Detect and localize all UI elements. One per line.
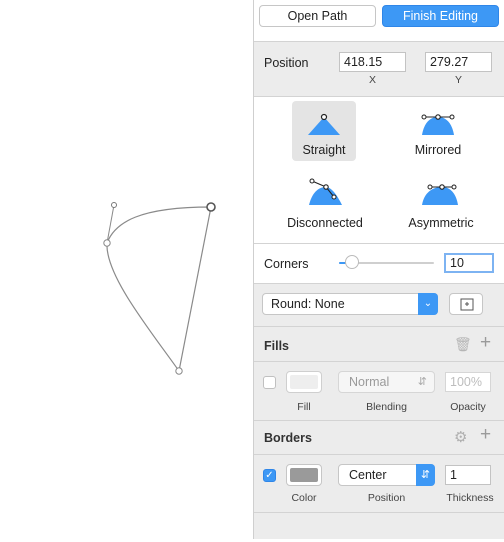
round-section: Round: None ⌄ [254, 284, 504, 327]
path-actions: Open Path Finish Editing [254, 0, 504, 42]
vector-path [106, 206, 212, 373]
position-y-caption: Y [454, 74, 462, 86]
open-path-button[interactable]: Open Path [259, 5, 376, 27]
inspector-panel: Open Path Finish Editing Position 418.15… [253, 0, 504, 539]
corners-slider[interactable] [339, 255, 434, 269]
control-handle-point [111, 202, 117, 208]
fills-title: Fills [264, 339, 290, 353]
chevron-updown-icon: ⇵ [417, 376, 427, 388]
opacity-caption: Opacity [450, 401, 486, 413]
fill-caption: Fill [297, 401, 311, 413]
finish-editing-button[interactable]: Finish Editing [382, 5, 499, 27]
point-type-mirrored[interactable]: Mirrored [402, 101, 474, 161]
fill-row: Normal ⇵ 100% Fill Blending Opacity [254, 362, 504, 421]
fill-color-swatch-inner [290, 375, 318, 389]
fill-blending-select[interactable]: Normal ⇵ [338, 371, 435, 393]
round-select-value: Round: None [271, 297, 345, 311]
straight-point-icon [308, 113, 340, 135]
fill-blending-value: Normal [349, 375, 390, 389]
point-type-label: Asymmetric [408, 216, 474, 230]
position-y-input[interactable]: 279.27 [425, 52, 492, 72]
chevron-down-icon: ⌄ [418, 293, 438, 315]
control-handle-line [106, 204, 115, 244]
design-canvas[interactable] [0, 0, 253, 539]
point-type-straight[interactable]: Straight [292, 101, 356, 161]
point-type-label: Straight [302, 143, 346, 157]
disconnected-point-icon [309, 178, 342, 205]
color-caption: Color [291, 492, 317, 504]
trash-icon[interactable]: 🗑 [454, 336, 472, 353]
asymmetric-point-icon [422, 184, 458, 205]
point-type-asymmetric[interactable]: Asymmetric [396, 169, 486, 233]
vector-path-drawing[interactable] [0, 0, 253, 539]
point-type-label: Mirrored [414, 143, 462, 157]
thickness-caption: Thickness [446, 492, 494, 504]
blending-caption: Blending [366, 401, 407, 413]
corner-frame-icon [460, 298, 474, 311]
border-enabled-checkbox[interactable]: ✓ [263, 469, 276, 482]
border-thickness-input[interactable]: 1 [445, 465, 491, 485]
borders-header: Borders ⚙ + [254, 421, 504, 455]
fill-opacity-input[interactable]: 100% [445, 372, 491, 392]
fill-enabled-checkbox[interactable] [263, 376, 276, 389]
point-type-label: Disconnected [287, 216, 363, 230]
border-color-swatch[interactable] [286, 464, 322, 486]
borders-title: Borders [264, 431, 312, 445]
fills-header: Fills 🗑 + [254, 327, 504, 362]
position-x-input[interactable]: 418.15 [339, 52, 406, 72]
add-border-icon[interactable]: + [480, 424, 491, 446]
selected-path-point [206, 202, 216, 212]
edit-shape-button[interactable] [449, 293, 483, 315]
chevron-updown-icon: ⇵ [416, 464, 435, 486]
border-position-select[interactable]: Center ⇵ [338, 464, 435, 486]
add-fill-icon[interactable]: + [480, 332, 491, 354]
gear-icon[interactable]: ⚙ [454, 428, 467, 446]
position-caption: Position [367, 492, 406, 504]
point-type-disconnected[interactable]: Disconnected [274, 169, 376, 233]
corners-section: Corners 10 [254, 244, 504, 284]
fill-color-swatch[interactable] [286, 371, 322, 393]
border-position-value: Center [349, 468, 387, 482]
border-color-swatch-inner [290, 468, 318, 482]
position-section: Position 418.15 279.27 X Y [254, 42, 504, 97]
corners-slider-knob[interactable] [345, 255, 359, 269]
path-point [103, 239, 111, 247]
point-type-section: Straight Mirrored Disconnected Asymmetri… [254, 97, 504, 244]
position-x-caption: X [368, 74, 376, 86]
path-point [175, 367, 183, 375]
corners-input[interactable]: 10 [444, 253, 494, 273]
border-row: ✓ Center ⇵ 1 Color Position Thickness [254, 455, 504, 513]
position-label: Position [264, 56, 309, 70]
round-select[interactable]: Round: None ⌄ [262, 293, 438, 315]
corners-label: Corners [264, 257, 309, 271]
mirrored-point-icon [421, 114, 455, 135]
